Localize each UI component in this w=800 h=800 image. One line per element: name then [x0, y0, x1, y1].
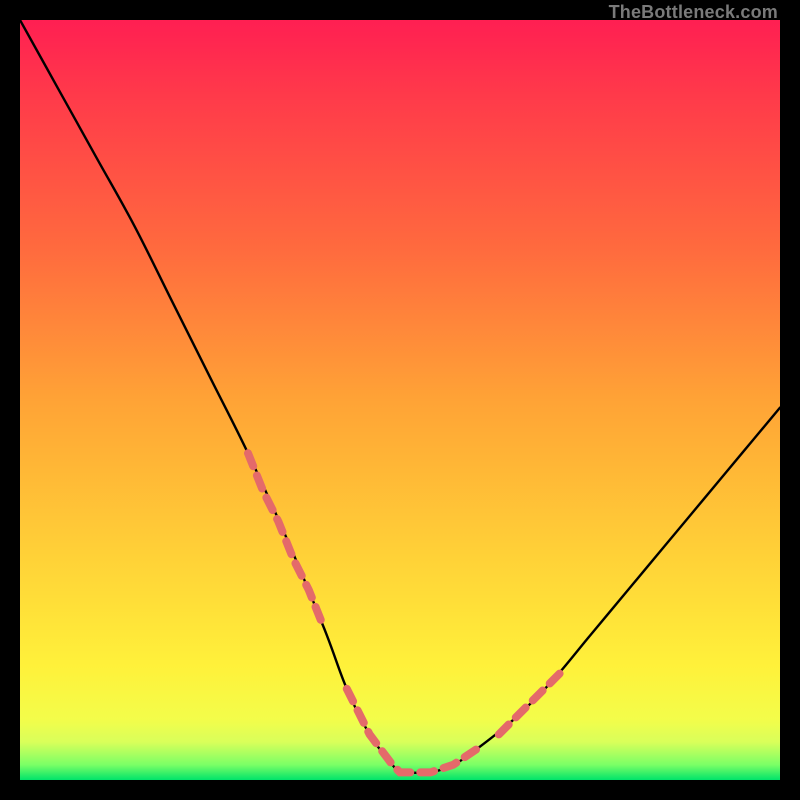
chart-frame: TheBottleneck.com: [0, 0, 800, 800]
main-curve-group: [20, 20, 780, 773]
curve-layer: [20, 20, 780, 780]
plot-area: [20, 20, 780, 780]
bottleneck-curve: [20, 20, 780, 773]
highlight-valley: [347, 689, 476, 773]
highlight-group: [248, 453, 560, 772]
